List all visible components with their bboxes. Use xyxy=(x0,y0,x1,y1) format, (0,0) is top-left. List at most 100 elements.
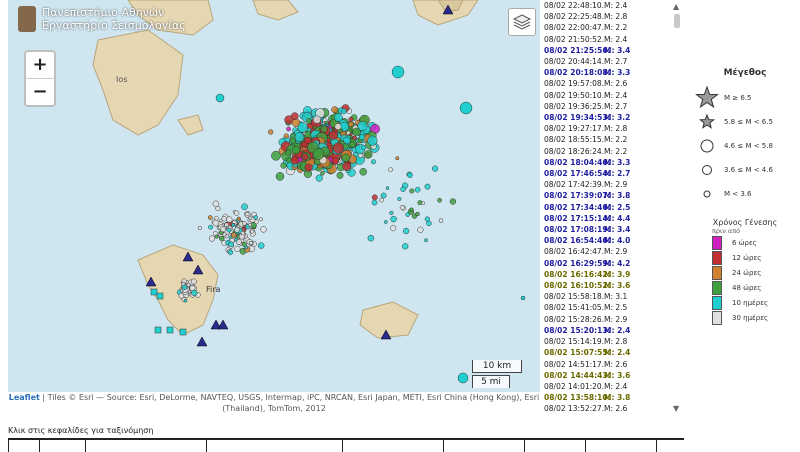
event-time[interactable]: 08/02 18:55:15. xyxy=(544,134,604,145)
event-row[interactable]: 08/02 15:07:55. M: 2.4 xyxy=(544,347,672,358)
zoom-out-button[interactable]: − xyxy=(26,79,54,105)
event-row[interactable]: 08/02 21:25:56. M: 3.4 xyxy=(544,45,672,56)
map-canvas[interactable]: Ios Fira xyxy=(8,0,540,392)
event-row[interactable]: 08/02 22:48:10. M: 2.4 xyxy=(544,0,672,11)
magnitude-symbol xyxy=(690,158,724,182)
event-list[interactable]: 08/02 22:48:10. M: 2.4 08/02 22:25:48. M: 2… xyxy=(544,0,672,420)
event-time[interactable]: 08/02 15:41:05. xyxy=(544,302,604,313)
event-row[interactable]: 08/02 17:15:14. M: 4.4 xyxy=(544,213,672,224)
event-row[interactable]: 08/02 14:01:20. M: 2.4 xyxy=(544,381,672,392)
event-row[interactable]: 08/02 21:50:52. M: 2.4 xyxy=(544,34,672,45)
event-time[interactable]: 08/02 19:27:17. xyxy=(544,123,604,134)
table-col[interactable] xyxy=(85,440,206,452)
table-col[interactable] xyxy=(39,440,85,452)
event-time[interactable]: 08/02 15:20:13. xyxy=(544,325,610,336)
event-row[interactable]: 08/02 13:52:27. M: 2.6 xyxy=(544,403,672,414)
event-time[interactable]: 08/02 16:54:46. xyxy=(544,235,610,246)
event-row[interactable]: 08/02 19:34:53. M: 3.2 xyxy=(544,112,672,123)
event-time[interactable]: 08/02 15:14:19. xyxy=(544,336,604,347)
event-row[interactable]: 08/02 17:08:19. M: 3.4 xyxy=(544,224,672,235)
event-time[interactable]: 08/02 17:34:46. xyxy=(544,202,610,213)
zoom-control[interactable]: + − xyxy=(24,50,56,107)
event-row[interactable]: 08/02 16:16:42. M: 3.9 xyxy=(544,269,672,280)
event-row[interactable]: 08/02 15:14:19. M: 2.8 xyxy=(544,336,672,347)
event-row[interactable]: 08/02 20:18:08. M: 3.3 xyxy=(544,67,672,78)
event-time[interactable]: 08/02 17:15:14. xyxy=(544,213,610,224)
event-row[interactable]: 08/02 19:27:17. M: 2.8 xyxy=(544,123,672,134)
event-time[interactable]: 08/02 17:39:07. xyxy=(544,190,610,201)
event-time[interactable]: 08/02 20:44:14. xyxy=(544,56,604,67)
scroll-thumb[interactable] xyxy=(674,14,680,28)
event-row[interactable]: 08/02 14:51:17. M: 2.6 xyxy=(544,359,672,370)
event-time[interactable]: 08/02 16:29:59. xyxy=(544,258,610,269)
event-time[interactable]: 08/02 15:07:55. xyxy=(544,347,610,358)
event-row[interactable]: 08/02 17:46:54. M: 2.7 xyxy=(544,168,672,179)
event-time[interactable]: 08/02 19:36:25. xyxy=(544,101,604,112)
event-time[interactable]: 08/02 14:44:43. xyxy=(544,370,610,381)
zoom-in-button[interactable]: + xyxy=(26,52,54,79)
table-col[interactable] xyxy=(585,440,657,452)
event-time[interactable]: 08/02 17:46:54. xyxy=(544,168,610,179)
event-row[interactable]: 08/02 19:36:25. M: 2.7 xyxy=(544,101,672,112)
event-time[interactable]: 08/02 22:48:10. xyxy=(544,0,604,11)
event-time[interactable]: 08/02 21:25:56. xyxy=(544,45,610,56)
table-col[interactable] xyxy=(443,440,524,452)
event-time[interactable]: 08/02 19:50:10. xyxy=(544,90,604,101)
leaflet-link[interactable]: Leaflet xyxy=(9,393,40,402)
event-time[interactable]: 08/02 13:58:10. xyxy=(544,392,610,403)
event-row[interactable]: 08/02 22:00:47. M: 2.2 xyxy=(544,22,672,33)
event-time[interactable]: 08/02 16:16:42. xyxy=(544,269,610,280)
event-time[interactable]: 08/02 16:42:47. xyxy=(544,246,604,257)
scroll-up-icon[interactable]: ▲ xyxy=(673,2,679,11)
event-time[interactable]: 08/02 18:26:24. xyxy=(544,146,604,157)
event-row[interactable]: 08/02 18:04:46. M: 3.3 xyxy=(544,157,672,168)
event-time[interactable]: 08/02 14:01:20. xyxy=(544,381,604,392)
scroll-down-icon[interactable]: ▼ xyxy=(673,404,679,413)
event-row[interactable]: 08/02 18:55:15. M: 2.2 xyxy=(544,134,672,145)
event-time[interactable]: 08/02 20:18:08. xyxy=(544,67,610,78)
event-time[interactable]: 08/02 18:04:46. xyxy=(544,157,610,168)
event-row[interactable]: 08/02 16:29:59. M: 4.2 xyxy=(544,258,672,269)
table-col[interactable] xyxy=(8,440,39,452)
event-row[interactable]: 08/02 19:57:08. M: 2.6 xyxy=(544,78,672,89)
event-time[interactable]: 08/02 22:00:47. xyxy=(544,22,604,33)
event-row[interactable]: 08/02 15:28:26. M: 2.9 xyxy=(544,314,672,325)
time-legend-row: 30 ημέρες xyxy=(690,310,800,325)
table-col[interactable] xyxy=(524,440,585,452)
event-time[interactable]: 08/02 15:58:18. xyxy=(544,291,604,302)
event-row[interactable]: 08/02 22:25:48. M: 2.8 xyxy=(544,11,672,22)
event-row[interactable]: 08/02 15:58:18. M: 3.1 xyxy=(544,291,672,302)
event-time[interactable]: 08/02 19:34:53. xyxy=(544,112,610,123)
event-time[interactable]: 08/02 15:28:26. xyxy=(544,314,604,325)
event-time[interactable]: 08/02 21:50:52. xyxy=(544,34,604,45)
event-row[interactable]: 08/02 16:42:47. M: 2.9 xyxy=(544,246,672,257)
layers-button[interactable] xyxy=(508,8,536,36)
event-time[interactable]: 08/02 16:10:52. xyxy=(544,280,610,291)
event-row[interactable]: 08/02 15:20:13. M: 2.4 xyxy=(544,325,672,336)
table-col[interactable] xyxy=(342,440,443,452)
event-row[interactable]: 08/02 14:44:43. M: 3.6 xyxy=(544,370,672,381)
time-color-swatch xyxy=(712,250,722,265)
event-magnitude: M: 2.8 xyxy=(604,12,628,22)
table-col[interactable] xyxy=(206,440,342,452)
event-row[interactable]: 08/02 15:41:05. M: 2.5 xyxy=(544,302,672,313)
earthquake-markers[interactable] xyxy=(176,65,526,384)
event-row[interactable]: 08/02 17:34:46. M: 2.5 xyxy=(544,202,672,213)
event-row[interactable]: 08/02 19:50:10. M: 2.4 xyxy=(544,90,672,101)
event-row[interactable]: 08/02 17:39:07. M: 3.8 xyxy=(544,190,672,201)
event-list-scrollbar[interactable]: ▲ ▼ xyxy=(672,0,682,420)
event-row[interactable]: 08/02 13:58:10. M: 3.8 xyxy=(544,392,672,403)
event-time[interactable]: 08/02 19:57:08. xyxy=(544,78,604,89)
event-time[interactable]: 08/02 13:52:27. xyxy=(544,403,604,414)
event-time[interactable]: 08/02 17:08:19. xyxy=(544,224,610,235)
earthquake-map[interactable]: Ios Fira Πανεπιστήμιο Αθηνών Εργαστήριο … xyxy=(8,0,540,392)
event-row[interactable]: 08/02 17:42:39. M: 2.9 xyxy=(544,179,672,190)
earthquake-marker xyxy=(389,210,394,215)
event-row[interactable]: 08/02 16:54:46. M: 4.0 xyxy=(544,235,672,246)
event-time[interactable]: 08/02 17:42:39. xyxy=(544,179,604,190)
event-row[interactable]: 08/02 18:26:24. M: 2.2 xyxy=(544,146,672,157)
event-time[interactable]: 08/02 14:51:17. xyxy=(544,359,604,370)
event-row[interactable]: 08/02 16:10:52. M: 3.6 xyxy=(544,280,672,291)
event-row[interactable]: 08/02 20:44:14. M: 2.7 xyxy=(544,56,672,67)
event-time[interactable]: 08/02 22:25:48. xyxy=(544,11,604,22)
